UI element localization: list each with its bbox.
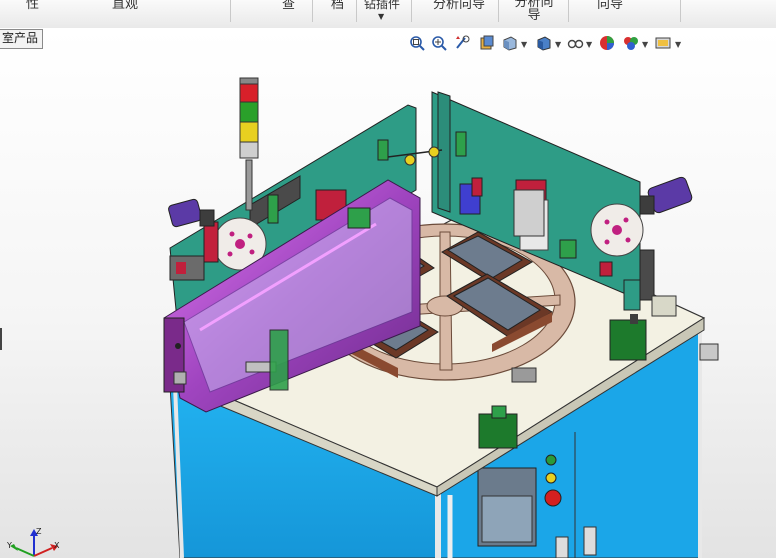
triad-y-label: Y [6,541,12,550]
chevron-down-icon[interactable]: ▼ [521,40,527,49]
chevron-down-icon[interactable]: ▼ [642,40,648,49]
ribbon-item-analysis-wizard[interactable]: 分析向导 [433,0,485,12]
display-style-icon[interactable] [535,34,553,52]
view-orientation-icon[interactable] [501,34,519,52]
ribbon-separator [230,0,231,22]
document-tab[interactable]: 室产品 [0,29,44,49]
document-tab-label: 室产品 [2,31,39,45]
chevron-down-icon[interactable]: ▼ [555,40,561,49]
triad-x-label: X [54,541,60,550]
chevron-down-icon[interactable]: ▼ [586,40,592,49]
ribbon-item-properties[interactable]: 性 [26,0,39,12]
apply-scene-icon[interactable] [622,34,640,52]
ribbon-separator [312,0,313,22]
ribbon-item-analysis-wizard-2[interactable]: 分析向导 [514,0,554,22]
ribbon-item-check[interactable]: 查 [282,0,295,12]
zoom-to-fit-icon[interactable] [408,34,426,52]
ribbon-item-wizard[interactable]: 向导 [597,0,623,12]
chevron-down-icon[interactable]: ▼ [675,40,681,49]
section-view-icon[interactable] [478,34,496,52]
viewport-edge-marker [0,328,2,350]
edit-appearance-icon[interactable] [598,34,616,52]
triad-z-label: Z [36,527,42,536]
ribbon-item-intuitive[interactable]: 直观 [112,0,138,12]
ribbon-separator [411,0,412,22]
zoom-area-icon[interactable] [430,34,448,52]
command-ribbon: 性 直观 查 档 钻插件 ▼ 分析向导 分析向导 向导 [0,0,776,29]
ribbon-separator [356,0,357,22]
machine-3d-model[interactable] [0,28,776,558]
ribbon-separator [498,0,499,22]
view-settings-icon[interactable] [654,34,672,52]
previous-view-icon[interactable] [454,34,472,52]
chevron-down-icon[interactable]: ▼ [378,9,384,24]
signal-tower [239,77,259,211]
graphics-viewport[interactable]: Z X Y [0,28,776,558]
ribbon-item-document[interactable]: 档 [331,0,344,12]
ribbon-separator [680,0,681,22]
hide-show-items-icon[interactable] [566,34,584,52]
ribbon-separator [568,0,569,22]
reference-triad: Z X Y [6,527,60,557]
